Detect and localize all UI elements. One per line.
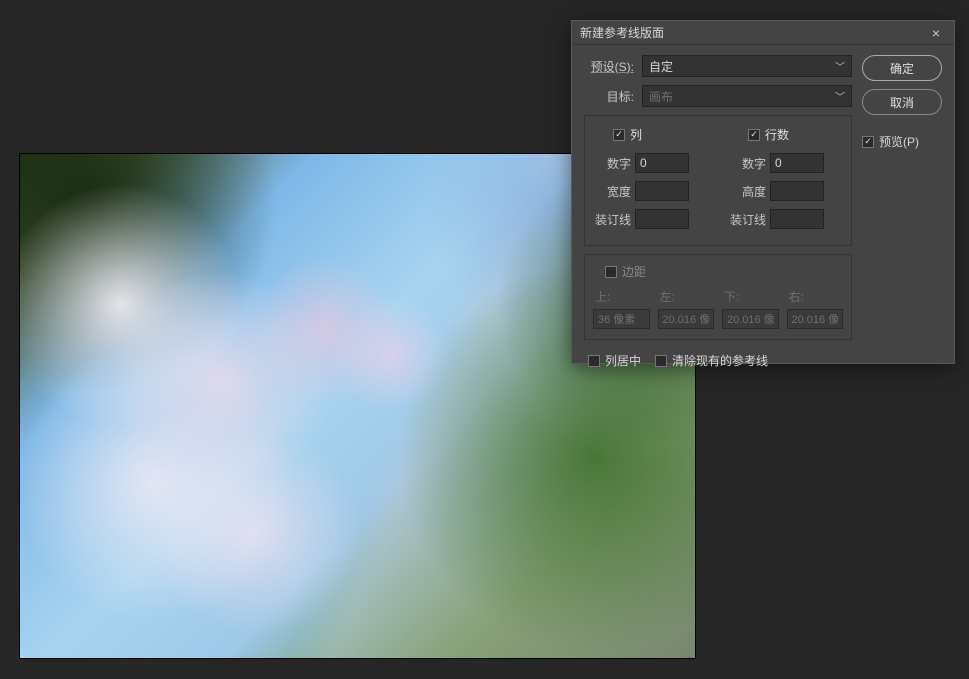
margin-group: 边距 上: 左: 下: 右:	[584, 254, 852, 340]
columns-group: 列 数字 宽度 装订线	[593, 126, 708, 237]
chevron-down-icon: ﹀	[835, 89, 845, 104]
preview-checkbox[interactable]	[862, 136, 874, 148]
clear-guides-label: 清除现有的参考线	[672, 352, 768, 369]
target-value: 画布	[649, 88, 673, 105]
rows-group: 行数 数字 高度 装订线	[728, 126, 843, 237]
margin-left-input	[658, 309, 715, 329]
dialog-titlebar[interactable]: 新建参考线版面 ×	[572, 21, 954, 45]
ok-button[interactable]: 确定	[862, 55, 942, 81]
chevron-down-icon: ﹀	[835, 59, 845, 74]
margin-checkbox[interactable]	[605, 266, 617, 278]
preset-label: 预设(S):	[584, 58, 634, 75]
columns-gutter-label: 装订线	[593, 211, 631, 228]
margin-top-label: 上:	[593, 288, 650, 305]
close-icon[interactable]: ×	[926, 25, 946, 41]
preview-label: 预览(P)	[879, 133, 919, 150]
columns-width-label: 宽度	[593, 183, 631, 200]
margin-header: 边距	[622, 263, 646, 280]
rows-header: 行数	[765, 126, 789, 143]
new-guide-layout-dialog: 新建参考线版面 × 预设(S): 自定 ﹀ 目标: 画布 ﹀	[571, 20, 955, 364]
preset-select[interactable]: 自定 ﹀	[642, 55, 852, 77]
center-columns-checkbox[interactable]	[588, 355, 600, 367]
margin-bottom-input	[722, 309, 779, 329]
target-select[interactable]: 画布 ﹀	[642, 85, 852, 107]
columns-gutter-input[interactable]	[635, 209, 689, 229]
rows-gutter-label: 装订线	[728, 211, 766, 228]
center-columns-label: 列居中	[605, 352, 641, 369]
preset-value: 自定	[649, 58, 673, 75]
margin-bottom-label: 下:	[722, 288, 779, 305]
clear-guides-checkbox[interactable]	[655, 355, 667, 367]
rows-number-input[interactable]	[770, 153, 824, 173]
margin-right-label: 右:	[787, 288, 844, 305]
columns-width-input[interactable]	[635, 181, 689, 201]
columns-number-label: 数字	[593, 155, 631, 172]
rows-height-input[interactable]	[770, 181, 824, 201]
columns-rows-group: 列 数字 宽度 装订线	[584, 115, 852, 246]
columns-header: 列	[630, 126, 642, 143]
rows-checkbox[interactable]	[748, 129, 760, 141]
cancel-button[interactable]: 取消	[862, 89, 942, 115]
columns-checkbox[interactable]	[613, 129, 625, 141]
rows-height-label: 高度	[728, 183, 766, 200]
columns-number-input[interactable]	[635, 153, 689, 173]
margin-left-label: 左:	[658, 288, 715, 305]
margin-right-input	[787, 309, 844, 329]
target-label: 目标:	[584, 88, 634, 105]
rows-gutter-input[interactable]	[770, 209, 824, 229]
dialog-title: 新建参考线版面	[580, 24, 926, 41]
rows-number-label: 数字	[728, 155, 766, 172]
margin-top-input	[593, 309, 650, 329]
